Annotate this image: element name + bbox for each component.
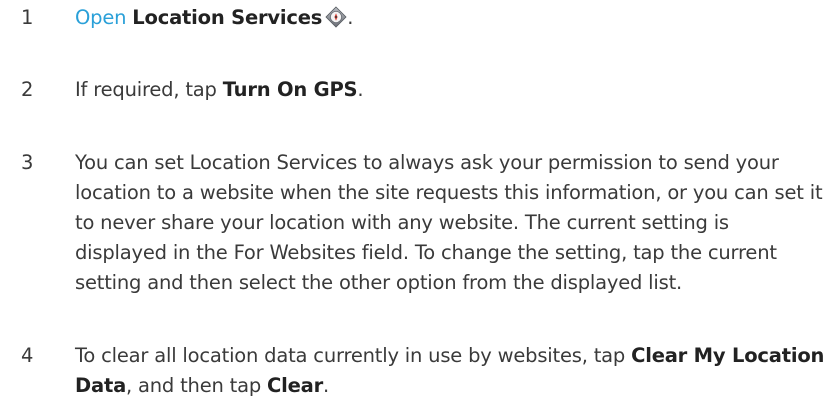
step-1-end: .	[347, 6, 354, 29]
step-number: 1	[21, 6, 34, 29]
step-number: 2	[21, 78, 34, 101]
location-services-icon	[325, 6, 347, 28]
step-2-end: .	[357, 78, 364, 101]
app-name-location-services: Location Services	[132, 6, 323, 29]
step-number: 3	[21, 151, 34, 174]
step-4-lead: To clear all location data currently in …	[75, 344, 632, 367]
step-1-text: Open Location Services .	[75, 3, 825, 33]
step-4-middle: , and then tap	[126, 374, 268, 397]
clear-label: Clear	[267, 374, 324, 397]
step-2-lead: If required, tap	[75, 78, 223, 101]
step-4-end: .	[323, 374, 330, 397]
step-number: 4	[21, 344, 34, 367]
open-link[interactable]: Open	[75, 6, 126, 29]
step-3-text: You can set Location Services to always …	[75, 151, 823, 294]
turn-on-gps-label: Turn On GPS	[222, 78, 358, 101]
step-2-text: If required, tap Turn On GPS.	[75, 75, 825, 105]
step-4-text: To clear all location data currently in …	[75, 341, 825, 401]
